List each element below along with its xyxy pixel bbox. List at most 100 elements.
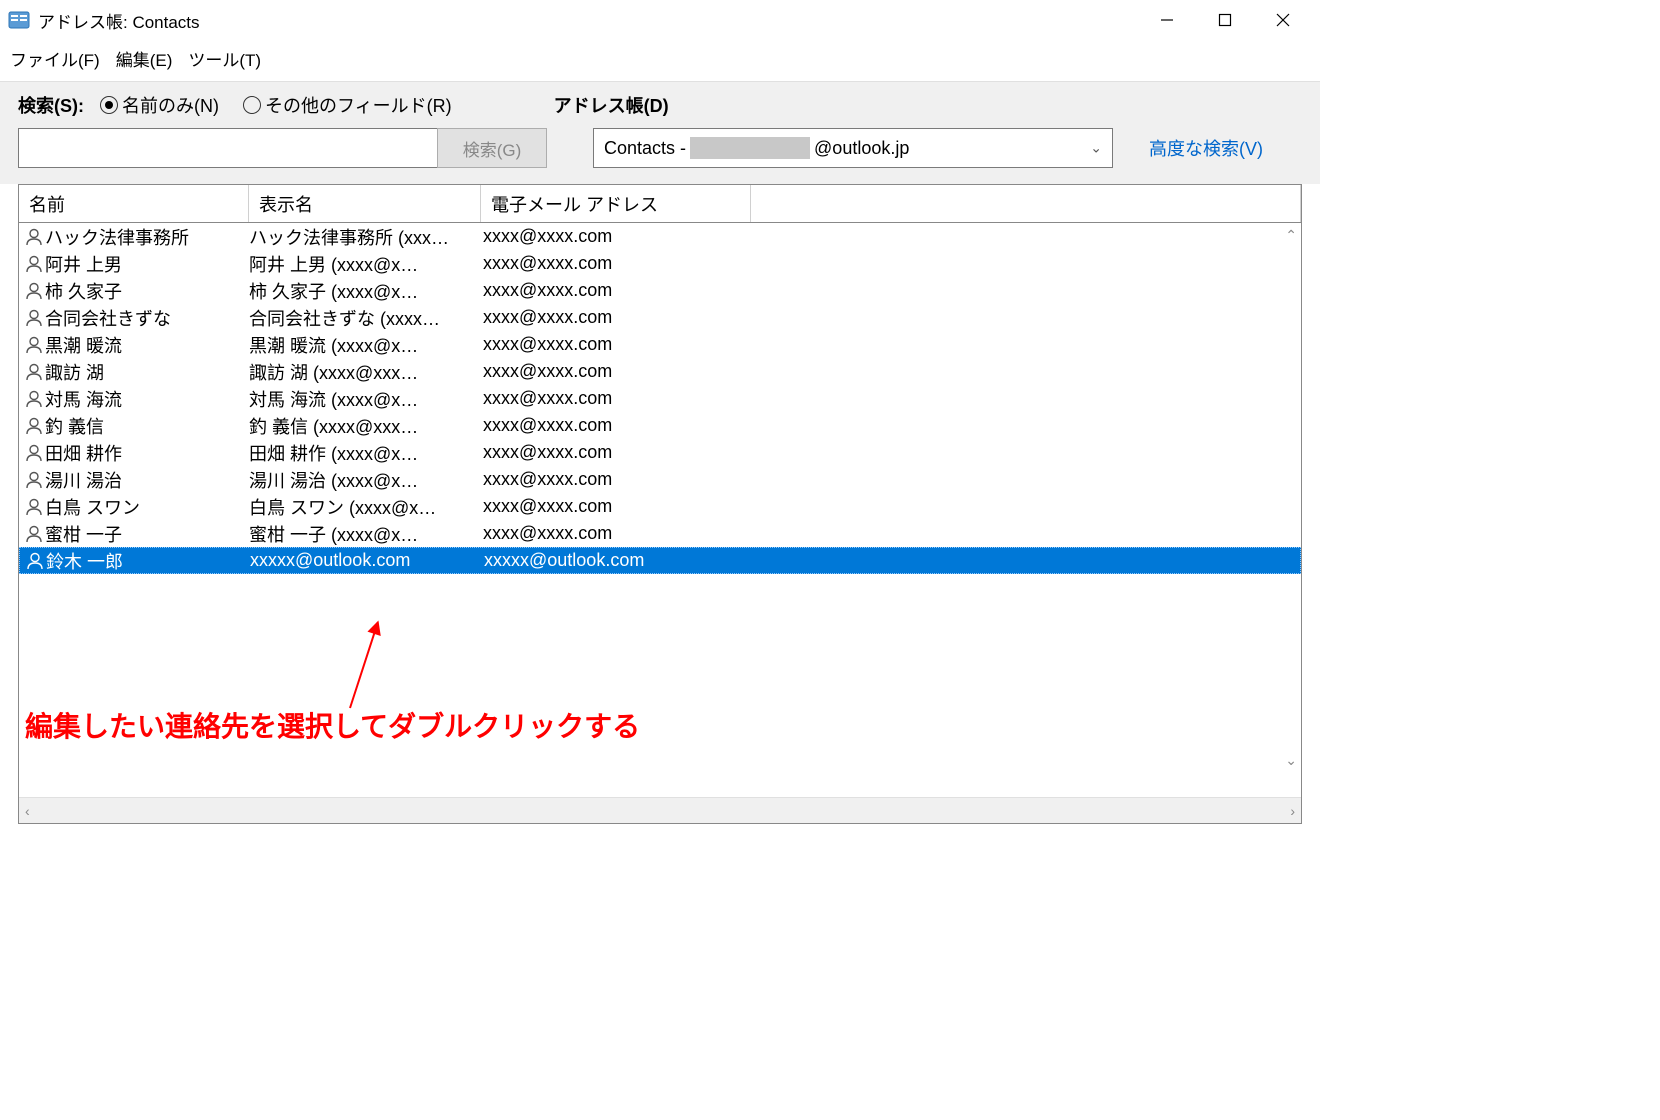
contact-display: 黒潮 暖流 (xxxx@x… xyxy=(249,332,483,358)
contact-name: 湯川 湯治 xyxy=(45,467,249,493)
contact-display: 柿 久家子 (xxxx@x… xyxy=(249,278,483,304)
person-icon xyxy=(23,362,45,382)
scroll-down-icon[interactable]: ⌄ xyxy=(1285,752,1297,769)
menu-file[interactable]: ファイル(F) xyxy=(10,46,100,71)
minimize-button[interactable] xyxy=(1138,0,1196,40)
contact-display: 蜜柑 一子 (xxxx@x… xyxy=(249,521,483,547)
contact-name: 阿井 上男 xyxy=(45,251,249,277)
addressbook-select[interactable]: Contacts - @outlook.jp ⌄ xyxy=(593,128,1113,168)
search-button[interactable]: 検索(G) xyxy=(437,128,547,168)
contact-row[interactable]: 対馬 海流対馬 海流 (xxxx@x…xxxx@xxxx.com xyxy=(19,385,1301,412)
advanced-search-link[interactable]: 高度な検索(V) xyxy=(1149,135,1263,161)
search-label: 検索(S): xyxy=(18,92,84,118)
person-icon xyxy=(23,416,45,436)
ab-select-suffix: @outlook.jp xyxy=(814,138,909,159)
contact-row[interactable]: 合同会社きずな合同会社きずな (xxxx…xxxx@xxxx.com xyxy=(19,304,1301,331)
person-icon xyxy=(23,470,45,490)
col-name[interactable]: 名前 xyxy=(19,185,249,222)
scroll-left-icon[interactable]: ‹ xyxy=(25,803,30,819)
contact-display: 対馬 海流 (xxxx@x… xyxy=(249,386,483,412)
person-icon xyxy=(23,227,45,247)
horizontal-scrollbar[interactable]: ‹ › xyxy=(19,797,1301,823)
window-controls xyxy=(1138,0,1312,40)
radio-dot-icon xyxy=(243,96,261,114)
person-icon xyxy=(23,308,45,328)
radio-dot-icon xyxy=(100,96,118,114)
person-icon xyxy=(23,443,45,463)
contact-name: 田畑 耕作 xyxy=(45,440,249,466)
annotation-text: 編集したい連絡先を選択してダブルクリックする xyxy=(25,705,640,745)
contact-row[interactable]: 阿井 上男阿井 上男 (xxxx@x…xxxx@xxxx.com xyxy=(19,250,1301,277)
contact-email: xxxx@xxxx.com xyxy=(483,388,1301,409)
person-icon xyxy=(23,254,45,274)
contact-display: 合同会社きずな (xxxx… xyxy=(249,305,483,331)
contact-display: 阿井 上男 (xxxx@x… xyxy=(249,251,483,277)
column-headers: 名前 表示名 電子メール アドレス xyxy=(19,185,1301,223)
contact-name: ハック法律事務所 xyxy=(45,224,249,250)
contact-row[interactable]: 湯川 湯治湯川 湯治 (xxxx@x…xxxx@xxxx.com xyxy=(19,466,1301,493)
radio-other-fields[interactable]: その他のフィールド(R) xyxy=(243,92,452,118)
contact-email: xxxxx@outlook.com xyxy=(484,550,1300,571)
toolbar: 検索(S): 名前のみ(N) その他のフィールド(R) アドレス帳(D) 検索(… xyxy=(0,81,1320,184)
chevron-down-icon: ⌄ xyxy=(1090,140,1102,157)
contact-email: xxxx@xxxx.com xyxy=(483,280,1301,301)
window-title: アドレス帳: Contacts xyxy=(38,8,200,33)
radio-name-only[interactable]: 名前のみ(N) xyxy=(100,92,219,118)
col-blank xyxy=(751,185,1301,222)
search-input[interactable] xyxy=(18,128,438,168)
contact-row[interactable]: 柿 久家子柿 久家子 (xxxx@x…xxxx@xxxx.com xyxy=(19,277,1301,304)
person-icon xyxy=(23,389,45,409)
menu-tools[interactable]: ツール(T) xyxy=(188,46,261,71)
contact-display: 釣 義信 (xxxx@xxx… xyxy=(249,413,483,439)
contact-email: xxxx@xxxx.com xyxy=(483,442,1301,463)
person-icon xyxy=(23,497,45,517)
titlebar: アドレス帳: Contacts xyxy=(0,0,1320,40)
person-icon xyxy=(23,524,45,544)
contact-email: xxxx@xxxx.com xyxy=(483,226,1301,247)
addressbook-label: アドレス帳(D) xyxy=(554,92,669,118)
contact-name: 対馬 海流 xyxy=(45,386,249,412)
radio-name-label: 名前のみ(N) xyxy=(122,92,219,118)
contact-display: 田畑 耕作 (xxxx@x… xyxy=(249,440,483,466)
scroll-up-icon[interactable]: ⌃ xyxy=(1285,227,1297,244)
contact-email: xxxx@xxxx.com xyxy=(483,334,1301,355)
contact-display: 白鳥 スワン (xxxx@x… xyxy=(249,494,483,520)
person-icon xyxy=(23,335,45,355)
ab-select-masked xyxy=(690,137,810,159)
contact-row[interactable]: 白鳥 スワン白鳥 スワン (xxxx@x…xxxx@xxxx.com xyxy=(19,493,1301,520)
contact-row[interactable]: 黒潮 暖流黒潮 暖流 (xxxx@x…xxxx@xxxx.com xyxy=(19,331,1301,358)
contact-display: xxxxx@outlook.com xyxy=(250,550,484,571)
scroll-right-icon[interactable]: › xyxy=(1290,803,1295,819)
contact-email: xxxx@xxxx.com xyxy=(483,307,1301,328)
contact-display: 湯川 湯治 (xxxx@x… xyxy=(249,467,483,493)
contact-email: xxxx@xxxx.com xyxy=(483,469,1301,490)
person-icon xyxy=(24,551,46,571)
contact-list: 名前 表示名 電子メール アドレス ⌃ ⌄ ハック法律事務所ハック法律事務所 (… xyxy=(18,184,1302,824)
contact-name: 白鳥 スワン xyxy=(45,494,249,520)
contact-name: 合同会社きずな xyxy=(45,305,249,331)
contact-row[interactable]: 蜜柑 一子蜜柑 一子 (xxxx@x…xxxx@xxxx.com xyxy=(19,520,1301,547)
app-icon xyxy=(8,9,30,31)
contact-rows: ⌃ ⌄ ハック法律事務所ハック法律事務所 (xxx…xxxx@xxxx.com阿… xyxy=(19,223,1301,797)
contact-email: xxxx@xxxx.com xyxy=(483,496,1301,517)
contact-row[interactable]: ハック法律事務所ハック法律事務所 (xxx…xxxx@xxxx.com xyxy=(19,223,1301,250)
contact-email: xxxx@xxxx.com xyxy=(483,415,1301,436)
contact-name: 柿 久家子 xyxy=(45,278,249,304)
contact-row[interactable]: 田畑 耕作田畑 耕作 (xxxx@x…xxxx@xxxx.com xyxy=(19,439,1301,466)
maximize-button[interactable] xyxy=(1196,0,1254,40)
contact-row[interactable]: 諏訪 湖諏訪 湖 (xxxx@xxx…xxxx@xxxx.com xyxy=(19,358,1301,385)
annotation-arrow xyxy=(349,622,379,708)
contact-email: xxxx@xxxx.com xyxy=(483,361,1301,382)
contact-email: xxxx@xxxx.com xyxy=(483,523,1301,544)
close-button[interactable] xyxy=(1254,0,1312,40)
contact-name: 諏訪 湖 xyxy=(45,359,249,385)
col-email[interactable]: 電子メール アドレス xyxy=(481,185,751,222)
menu-edit[interactable]: 編集(E) xyxy=(116,46,173,71)
col-display[interactable]: 表示名 xyxy=(249,185,481,222)
contact-email: xxxx@xxxx.com xyxy=(483,253,1301,274)
contact-row[interactable]: 釣 義信釣 義信 (xxxx@xxx…xxxx@xxxx.com xyxy=(19,412,1301,439)
contact-row[interactable]: 鈴木 一郎xxxxx@outlook.comxxxxx@outlook.com xyxy=(19,547,1301,574)
radio-other-label: その他のフィールド(R) xyxy=(265,92,452,118)
ab-select-prefix: Contacts - xyxy=(604,138,686,159)
person-icon xyxy=(23,281,45,301)
